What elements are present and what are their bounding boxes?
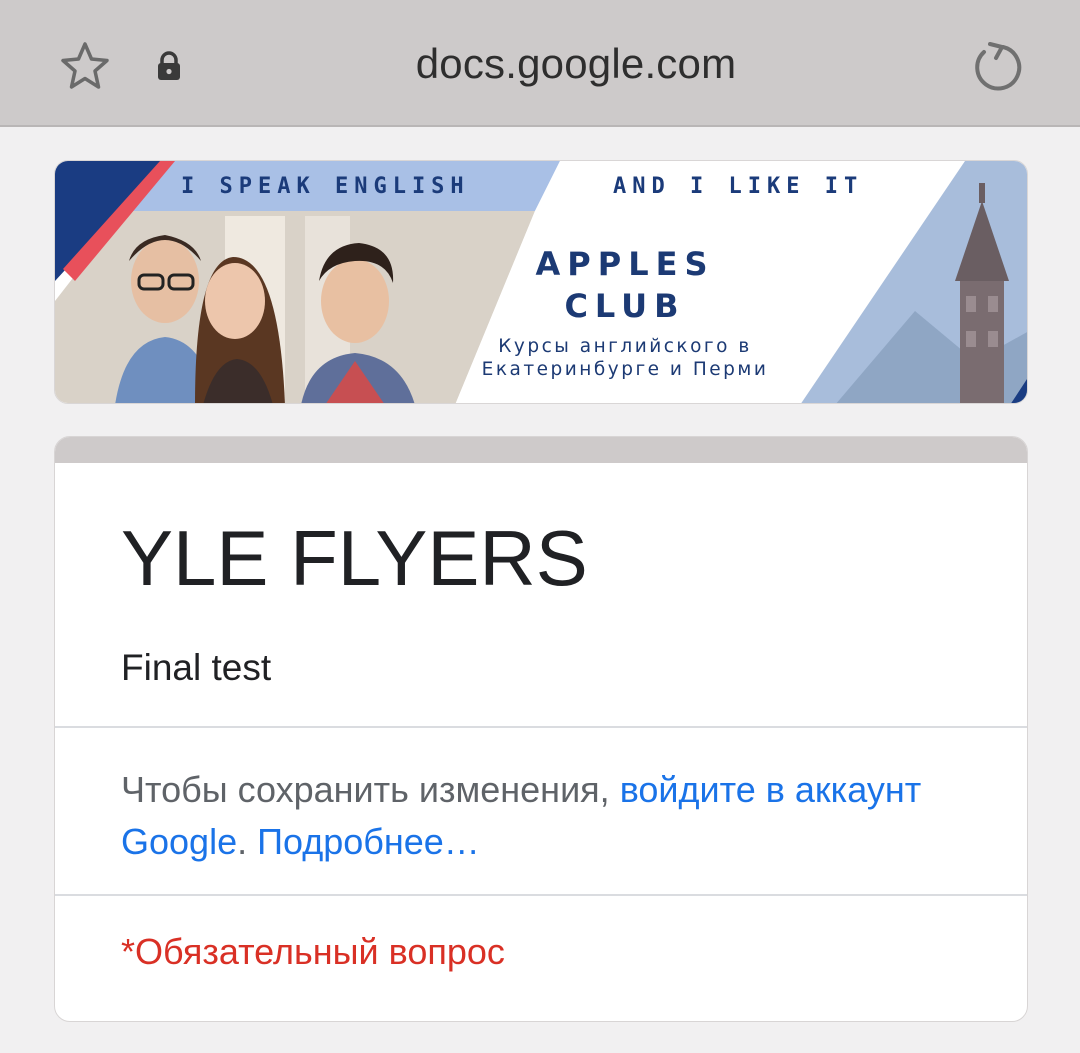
divider: [55, 726, 1027, 728]
form-title: YLE FLYERS: [121, 514, 588, 602]
card-accent-bar: [55, 437, 1027, 463]
brand-name-line1: APPLES: [535, 245, 715, 283]
signin-separator: .: [237, 821, 258, 862]
address-bar[interactable]: docs.google.com: [0, 40, 1080, 88]
signin-notice: Чтобы сохранить изменения, войдите в акк…: [121, 764, 961, 868]
browser-toolbar: docs.google.com: [0, 0, 1080, 127]
form-header-banner: I SPEAK ENGLISH AND I LIKE IT APPLES CLU…: [54, 160, 1028, 404]
divider: [55, 894, 1027, 896]
form-header-card: YLE FLYERS Final test Чтобы сохранить из…: [54, 436, 1028, 1022]
banner-tagline-right: AND I LIKE IT: [613, 174, 864, 199]
signin-prefix: Чтобы сохранить изменения,: [121, 769, 620, 810]
brand-description: Курсы английского в Екатеринбурге и Перм…: [481, 336, 769, 380]
learn-more-link[interactable]: Подробнее…: [257, 821, 480, 862]
brand-name-line2: CLUB: [564, 287, 686, 325]
url-text: docs.google.com: [415, 40, 737, 87]
required-question-note: *Обязательный вопрос: [121, 931, 505, 972]
form-description: Final test: [121, 647, 272, 688]
reload-icon[interactable]: [966, 38, 1026, 96]
banner-tagline-left: I SPEAK ENGLISH: [181, 174, 470, 199]
